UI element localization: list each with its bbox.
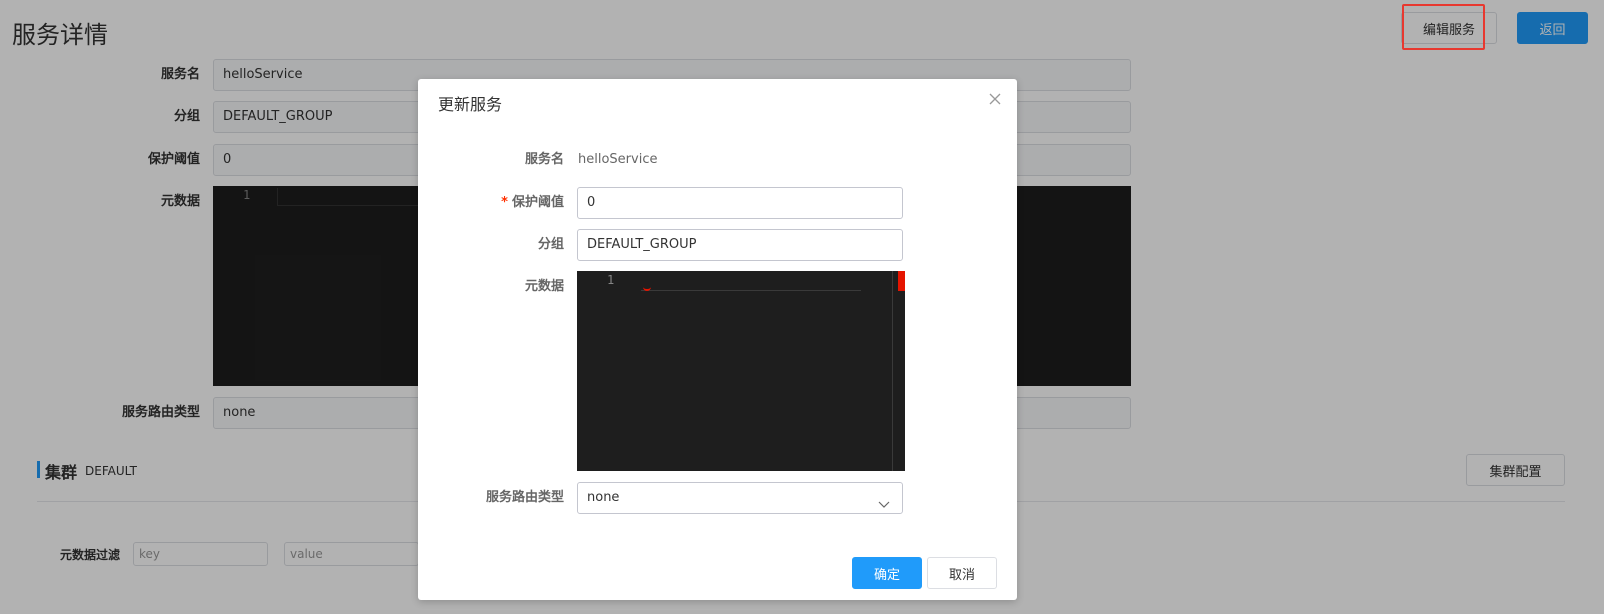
dialog-group-label: 分组 <box>537 237 564 252</box>
error-marker <box>898 271 905 291</box>
chevron-down-icon <box>878 492 890 508</box>
cancel-button[interactable]: 取消 <box>927 557 997 589</box>
dialog-protect-threshold-input[interactable]: 0 <box>577 187 903 219</box>
dialog-line-number: 1 <box>607 273 615 287</box>
update-service-dialog: 更新服务 服务名 helloService * 保护阈值 0 分组 DEFAULT… <box>418 79 1017 600</box>
dialog-metadata-label: 元数据 <box>524 279 564 294</box>
dialog-selector-type-select[interactable]: none <box>577 482 903 514</box>
dialog-protect-threshold-label-text: 保护阈值 <box>511 195 564 210</box>
dialog-service-name-label: 服务名 <box>524 152 564 167</box>
confirm-button[interactable]: 确定 <box>852 557 922 589</box>
editor-scrollbar[interactable] <box>892 271 893 471</box>
dialog-protect-threshold-label: * 保护阈值 <box>501 187 564 219</box>
dialog-selector-type-label: 服务路由类型 <box>485 490 564 505</box>
dialog-group-input[interactable]: DEFAULT_GROUP <box>577 229 903 261</box>
dialog-service-name-value: helloService <box>578 152 658 167</box>
dialog-current-line <box>641 273 861 291</box>
dialog-metadata-editor[interactable]: 1 <box>577 271 905 471</box>
required-mark: * <box>501 195 508 210</box>
dialog-selector-type-value: none <box>587 490 620 505</box>
close-icon[interactable] <box>987 91 1003 107</box>
dialog-title: 更新服务 <box>438 95 503 114</box>
